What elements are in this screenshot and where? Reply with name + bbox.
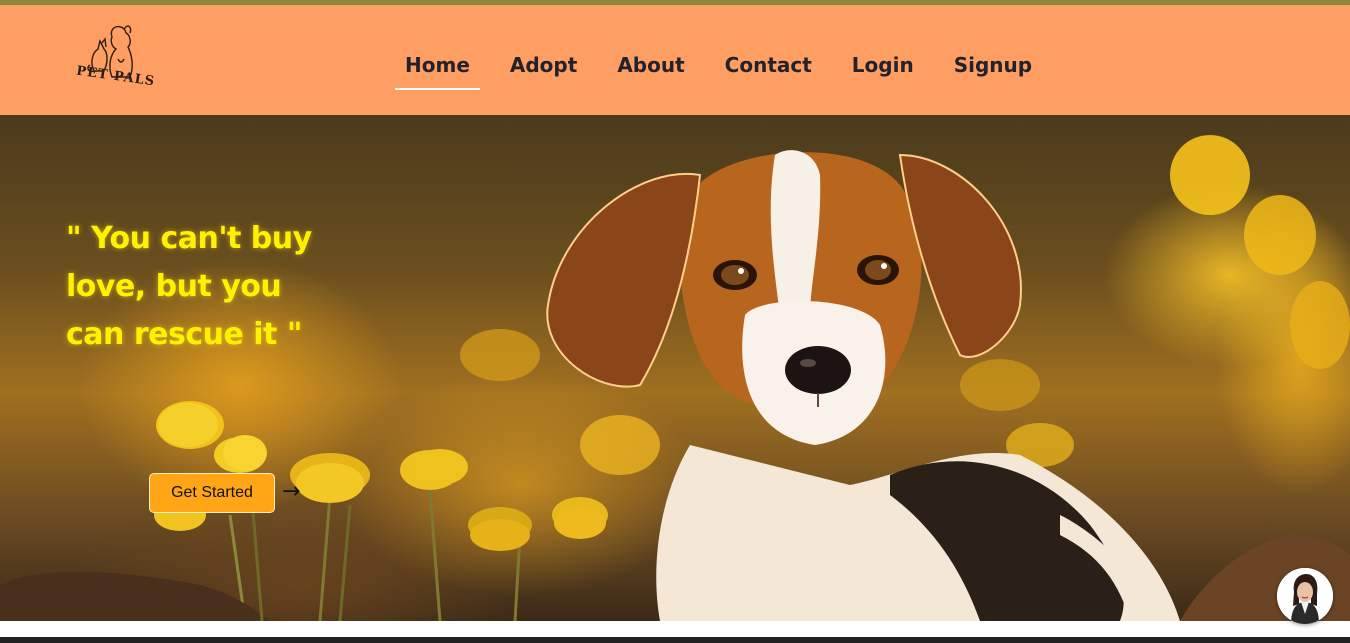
nav-signup[interactable]: Signup <box>944 45 1042 85</box>
quote-line-1: " You can't buy <box>66 221 312 256</box>
nav-login[interactable]: Login <box>842 45 924 85</box>
nav-home[interactable]: Home <box>395 45 480 90</box>
nav-adopt[interactable]: Adopt <box>500 45 587 85</box>
nav-about[interactable]: About <box>607 45 694 85</box>
chat-support-avatar[interactable] <box>1277 568 1333 624</box>
get-started-button[interactable]: Get Started <box>149 473 275 513</box>
quote-line-3: can rescue it " <box>66 317 302 352</box>
quote-line-2: love, but you <box>66 269 282 304</box>
bottom-strip <box>0 637 1350 643</box>
beagle-puppy-image <box>0 135 1350 621</box>
main-nav: Home Adopt About Contact Login Signup <box>395 45 1062 90</box>
navbar: PET PALS Home Adopt About Contact Login … <box>0 5 1350 115</box>
arrow-right-icon[interactable]: → <box>282 479 300 504</box>
nav-contact[interactable]: Contact <box>715 45 822 85</box>
support-agent-icon <box>1277 568 1333 624</box>
hero-banner: " You can't buy love, but you can rescue… <box>0 115 1350 621</box>
puppy <box>546 150 1180 621</box>
hero-quote: " You can't buy love, but you can rescue… <box>66 215 326 359</box>
